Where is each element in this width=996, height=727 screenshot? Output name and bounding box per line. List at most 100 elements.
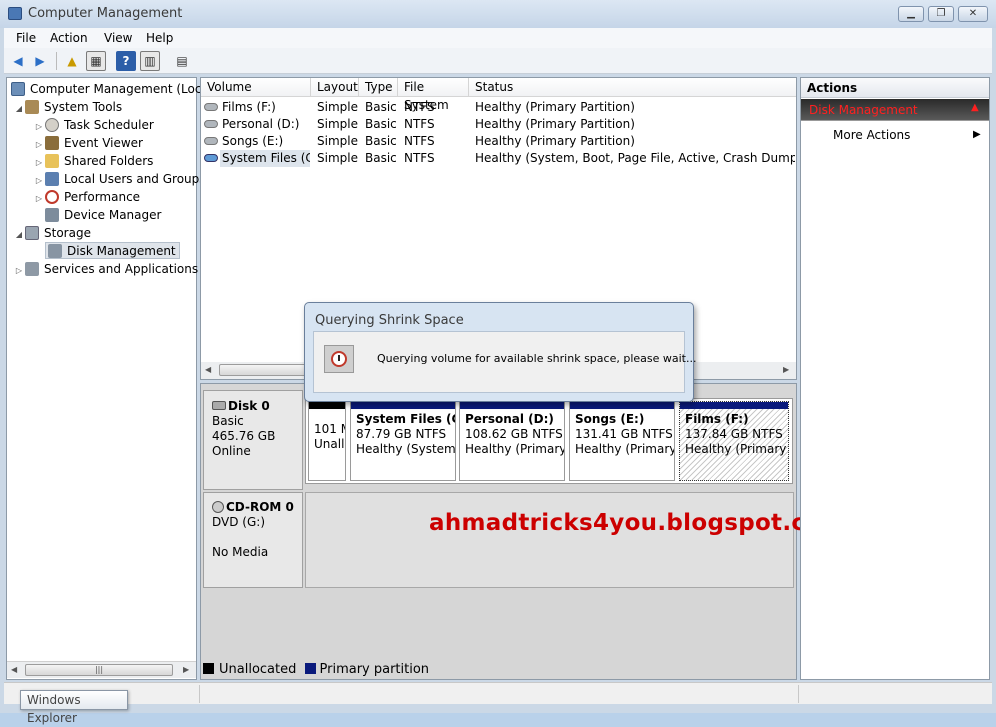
hourglass-icon [324, 345, 354, 373]
show-hide-console-tree-icon[interactable]: ▦ [86, 51, 106, 71]
scroll-left-arrow[interactable]: ◀ [11, 665, 17, 674]
back-icon[interactable]: ◀ [8, 51, 28, 71]
volume-row[interactable]: Personal (D:) Simple Basic NTFS Healthy … [201, 116, 796, 133]
tree-item-shared-folders[interactable]: ▷ Shared Folders [7, 152, 196, 170]
column-header-status[interactable]: Status [469, 78, 796, 97]
volume-icon [204, 120, 218, 128]
storage-icon [25, 226, 39, 240]
cdrom-0-label[interactable]: CD-ROM 0 DVD (G:) No Media [203, 492, 303, 588]
tools-icon [25, 100, 39, 114]
partition-films-f[interactable]: Films (F:) 137.84 GB NTFS Healthy (Prima… [679, 401, 789, 481]
window-title: Computer Management [28, 6, 183, 21]
volume-icon [204, 137, 218, 145]
tree-item-services-and-applications[interactable]: ▷ Services and Applications [7, 260, 198, 280]
disk-size: 465.76 GB [212, 429, 276, 443]
dialog-message: Querying volume for available shrink spa… [377, 352, 697, 365]
disk-0-partitions: 101 M Unall System Files (C:) 87.79 GB N… [305, 398, 793, 484]
tree-item-computer-management[interactable]: Computer Management (Local [7, 80, 212, 98]
unallocated-swatch [203, 663, 214, 674]
computer-icon [11, 82, 25, 96]
partition-personal-d[interactable]: Personal (D:) 108.62 GB NTFS Healthy (Pr… [459, 401, 565, 481]
disk-type: Basic [212, 414, 244, 428]
console-tree: Computer Management (Local ◢ System Tools… [6, 77, 212, 680]
actions-header: Actions [801, 78, 989, 98]
tree-item-device-manager[interactable]: Device Manager [7, 206, 196, 224]
tree-item-performance[interactable]: ▷ Performance [7, 188, 196, 206]
tree-horizontal-scrollbar[interactable]: ◀ ||| ▶ [7, 661, 196, 678]
cdrom-icon [212, 501, 224, 513]
disk-graphical-view: Disk 0 Basic 465.76 GB Online 101 M Unal… [200, 383, 845, 680]
properties-icon[interactable]: ▤ [172, 51, 192, 71]
hard-disk-icon [212, 401, 226, 410]
scroll-thumb[interactable] [219, 364, 309, 376]
submenu-arrow-icon: ▶ [973, 129, 981, 140]
tree-item-local-users-and-groups[interactable]: ▷ Local Users and Groups [7, 170, 206, 188]
volume-row[interactable]: Films (F:) Simple Basic NTFS Healthy (Pr… [201, 99, 796, 116]
scroll-right-arrow[interactable]: ▶ [183, 665, 189, 674]
menu-help[interactable]: Help [138, 28, 181, 48]
tree-item-system-tools[interactable]: ◢ System Tools [7, 98, 196, 116]
app-icon [8, 7, 22, 20]
device-manager-icon [45, 208, 59, 222]
toolbar-separator [56, 52, 57, 70]
scroll-left-arrow[interactable]: ◀ [205, 365, 211, 374]
primary-partition-swatch [304, 663, 316, 674]
tree-item-task-scheduler[interactable]: ▷ Task Scheduler [7, 116, 196, 134]
toolbar: ◀ ▶ ▲ ▦ ? ▥ ▤ [4, 48, 992, 74]
column-header-layout[interactable]: Layout [311, 78, 359, 97]
taskbar-tooltip: Windows Explorer [20, 690, 128, 725]
more-actions-item[interactable]: More Actions ▶ [801, 126, 989, 144]
users-icon [45, 172, 59, 186]
collapsed-arrow-icon[interactable]: ▷ [33, 190, 45, 208]
show-action-pane-icon[interactable]: ▥ [140, 51, 160, 71]
dialog-title: Querying Shrink Space [315, 313, 464, 328]
expanded-arrow-icon[interactable]: ◢ [13, 226, 25, 244]
status-bar [4, 682, 992, 704]
performance-icon [45, 190, 59, 204]
actions-pane: Actions Disk Management ▲ More Actions ▶ [800, 77, 990, 680]
tree-item-disk-management[interactable]: Disk Management [7, 242, 196, 260]
menu-action[interactable]: Action [42, 28, 96, 48]
cdrom-0-area[interactable] [305, 492, 794, 588]
event-viewer-icon [45, 136, 59, 150]
menu-file[interactable]: File [8, 28, 44, 48]
actions-section-disk-management[interactable]: Disk Management ▲ [801, 99, 989, 121]
column-header-volume[interactable]: Volume [201, 78, 311, 97]
column-header-type[interactable]: Type [359, 78, 398, 97]
restore-button[interactable]: ❐ [928, 6, 954, 22]
expanded-arrow-icon[interactable]: ◢ [13, 100, 25, 118]
disk-status: Online [212, 444, 251, 458]
unallocated-partition[interactable]: 101 M Unall [308, 401, 346, 481]
minimize-button[interactable]: ▁ [898, 6, 924, 22]
collapsed-arrow-icon[interactable]: ▷ [13, 262, 25, 280]
scroll-right-arrow[interactable]: ▶ [783, 365, 789, 374]
partition-songs-e[interactable]: Songs (E:) 131.41 GB NTFS Healthy (Prima… [569, 401, 675, 481]
folder-icon [45, 154, 59, 168]
disk-name: Disk 0 [228, 399, 270, 413]
tree-item-event-viewer[interactable]: ▷ Event Viewer [7, 134, 196, 152]
clock-icon [45, 118, 59, 132]
close-button[interactable]: ✕ [958, 6, 988, 22]
help-icon[interactable]: ? [116, 51, 136, 71]
disk-icon [48, 244, 62, 258]
up-folder-icon[interactable]: ▲ [62, 51, 82, 71]
services-icon [25, 262, 39, 276]
menu-view[interactable]: View [96, 28, 140, 48]
computer-management-window: Computer Management ▁ ❐ ✕ File Action Vi… [0, 0, 996, 725]
legend: Unallocated Primary partition [203, 661, 429, 679]
disk-0-label[interactable]: Disk 0 Basic 465.76 GB Online [203, 390, 303, 490]
partition-system-files-c[interactable]: System Files (C:) 87.79 GB NTFS Healthy … [350, 401, 456, 481]
collapse-arrow-icon[interactable]: ▲ [971, 102, 979, 113]
cdrom-type: DVD (G:) [212, 515, 265, 529]
volume-row[interactable]: System Files (C:) Simple Basic NTFS Heal… [201, 150, 796, 167]
volume-row[interactable]: Songs (E:) Simple Basic NTFS Healthy (Pr… [201, 133, 796, 150]
forward-icon[interactable]: ▶ [30, 51, 50, 71]
scroll-thumb[interactable]: ||| [25, 664, 173, 676]
tree-item-storage[interactable]: ◢ Storage [7, 224, 196, 242]
column-header-file-system[interactable]: File System [398, 78, 469, 112]
volume-icon [204, 154, 218, 162]
querying-shrink-space-dialog[interactable]: Querying Shrink Space Querying volume fo… [304, 302, 697, 402]
volume-icon [204, 103, 218, 111]
menu-bar: File Action View Help [4, 28, 992, 48]
title-bar[interactable]: Computer Management ▁ ❐ ✕ [0, 0, 996, 28]
